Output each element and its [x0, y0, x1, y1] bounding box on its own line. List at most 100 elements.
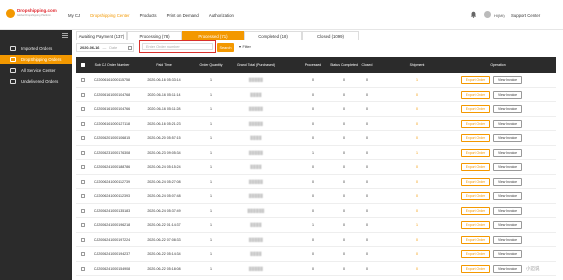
view-invoice-button[interactable]: View Invoice [493, 148, 522, 157]
header-order-number[interactable]: Sub CJ Order Number [86, 57, 138, 73]
row-checkbox[interactable] [80, 194, 85, 198]
nav-item-products[interactable]: Products [140, 13, 157, 18]
table-row[interactable]: CJ2006241000112393 2020-06-24 05:07:48 1 ██… [76, 189, 556, 204]
table-row[interactable]: CJ2006241000194237 2020-06-22 05:14:34 1 ██… [76, 247, 556, 262]
row-checkbox[interactable] [80, 237, 85, 242]
header-paid-time[interactable]: Paid Time [140, 57, 188, 73]
order-number[interactable]: CJ2006241000194237 [86, 247, 138, 261]
avatar[interactable] [484, 11, 491, 18]
table-row[interactable]: CJ2006241000154908 2020-06-22 05:18:08 1 ██… [76, 262, 556, 276]
order-number[interactable]: CJ2006241000154908 [86, 262, 138, 276]
view-invoice-button[interactable]: View Invoice [493, 192, 522, 200]
order-number[interactable]: CJ2006241000112393 [86, 189, 138, 203]
table-row[interactable]: CJ2006161000104768 2020-06-16 05:11:14 1 ██… [76, 88, 556, 102]
export-order-button[interactable]: Export Order [461, 134, 490, 142]
view-invoice-button[interactable]: View Invoice [493, 177, 522, 186]
sidebar-item-undelivered-orders[interactable]: Undelivered Orders [0, 77, 72, 86]
shipment-count[interactable]: 0 [399, 262, 435, 276]
view-invoice-button[interactable]: View Invoice [493, 134, 522, 142]
row-checkbox[interactable] [80, 266, 85, 271]
view-invoice-button[interactable]: View Invoice [493, 119, 522, 128]
export-order-button[interactable]: Export Order [461, 76, 490, 84]
view-invoice-button[interactable]: View Invoice [493, 90, 522, 99]
table-row[interactable]: CJ2006241000197224 2020-06-22 07:08:33 1 ██… [76, 233, 556, 247]
nav-item-print-on-demand[interactable]: Print on Demand [167, 13, 199, 18]
row-checkbox[interactable] [80, 92, 85, 97]
export-order-button[interactable]: Export Order [461, 105, 490, 113]
shipment-count[interactable]: 0 [399, 160, 435, 174]
export-order-button[interactable]: Export Order [461, 206, 490, 215]
table-row[interactable]: CJ2006241000196218 2020-06-22 01:14:37 1 ██… [76, 218, 556, 233]
order-number[interactable]: CJ2006241000112739 [86, 175, 138, 189]
order-number[interactable]: CJ2006161000127118 [86, 117, 138, 131]
row-checkbox[interactable] [80, 252, 85, 256]
sidebar-item-dropshipping-orders[interactable]: DropShipping Orders [0, 55, 72, 64]
sidebar-item-imported-orders[interactable]: Imported Orders [0, 44, 72, 53]
export-order-button[interactable]: Export Order [461, 119, 490, 128]
view-invoice-button[interactable]: View Invoice [493, 221, 522, 229]
shipment-count[interactable]: 0 [399, 102, 435, 116]
export-order-button[interactable]: Export Order [461, 264, 490, 273]
shipment-count[interactable]: 0 [399, 204, 435, 218]
select-all-checkbox[interactable] [80, 63, 85, 67]
export-order-button[interactable]: Export Order [461, 221, 490, 229]
table-row[interactable]: CJ2006161000104766 2020-06-16 05:11:28 1 ██… [76, 102, 556, 117]
shipment-count[interactable]: 0 [399, 175, 435, 189]
shipment-count[interactable]: 0 [399, 131, 435, 145]
table-row[interactable]: CJ2006241000188786 2020-06-24 05:15:24 1 ██… [76, 160, 556, 175]
shipment-count[interactable]: 0 [399, 117, 435, 131]
nav-item-my-cj[interactable]: My CJ [68, 13, 80, 18]
table-row[interactable]: CJ2006201000106815 2020-06-20 05:57:15 1 ██… [76, 131, 556, 146]
nav-item-authorization[interactable]: Authorization [209, 13, 234, 18]
shipment-count[interactable]: 0 [399, 247, 435, 261]
shipment-count[interactable]: 1 [399, 218, 435, 232]
support-center-link[interactable]: Support Center [511, 13, 540, 18]
shipment-count[interactable]: 0 [399, 88, 435, 102]
view-invoice-button[interactable]: View Invoice [493, 264, 522, 273]
order-number[interactable]: CJ2006161000115758 [86, 73, 138, 87]
row-checkbox[interactable] [80, 208, 85, 213]
tab-completed[interactable]: Completed (18) [244, 31, 302, 40]
row-checkbox[interactable] [80, 150, 85, 155]
row-checkbox[interactable] [80, 121, 85, 126]
tab-awaiting-payment[interactable]: Awaiting Payment (137) [76, 31, 127, 40]
shipment-count[interactable]: 0 [399, 233, 435, 247]
menu-collapse-icon[interactable] [62, 33, 68, 38]
view-invoice-button[interactable]: View Invoice [493, 105, 522, 113]
user-name[interactable]: Hi(Mi) [494, 13, 505, 18]
shipment-count[interactable]: 0 [399, 189, 435, 203]
order-number[interactable]: CJ2006161000104766 [86, 102, 138, 116]
row-checkbox[interactable] [80, 179, 85, 184]
table-row[interactable]: CJ2006241000135183 2020-06-24 05:37:49 1 ██… [76, 204, 556, 218]
view-invoice-button[interactable]: View Invoice [493, 235, 522, 244]
view-invoice-button[interactable]: View Invoice [493, 206, 522, 215]
export-order-button[interactable]: Export Order [461, 235, 490, 244]
view-invoice-button[interactable]: View Invoice [493, 76, 522, 84]
order-number[interactable]: CJ2006241000196218 [86, 218, 138, 232]
row-checkbox[interactable] [80, 107, 85, 111]
export-order-button[interactable]: Export Order [461, 177, 490, 186]
export-order-button[interactable]: Export Order [461, 90, 490, 99]
date-range-picker[interactable]: 2020-06-16 — Date [76, 43, 134, 52]
table-row[interactable]: CJ2006161000127118 2020-06-16 05:21:23 1 ██… [76, 117, 556, 131]
sidebar-item-service-center[interactable]: All Service Center [0, 66, 72, 75]
filter-toggle[interactable]: Filter [239, 45, 251, 49]
order-number[interactable]: CJ2006161000104768 [86, 88, 138, 102]
table-row[interactable]: CJ2006161000115758 2020-06-16 05:33:14 1 ██… [76, 73, 556, 88]
row-checkbox[interactable] [80, 136, 85, 140]
tab-closed[interactable]: Closed (1099) [302, 31, 359, 40]
order-number-search-input[interactable] [142, 43, 213, 50]
row-checkbox[interactable] [80, 223, 85, 227]
bell-icon[interactable] [470, 11, 477, 18]
brand-logo[interactable]: Dropshipping.com Global Dropshipping Pla… [6, 8, 58, 22]
shipment-count[interactable]: 1 [399, 73, 435, 87]
view-invoice-button[interactable]: View Invoice [493, 250, 522, 258]
row-checkbox[interactable] [80, 78, 85, 82]
export-order-button[interactable]: Export Order [461, 250, 490, 258]
export-order-button[interactable]: Export Order [461, 148, 490, 157]
tab-processed[interactable]: Processed (71) [182, 31, 244, 40]
export-order-button[interactable]: Export Order [461, 163, 490, 171]
table-row[interactable]: CJ2006241000112739 2020-06-24 05:27:08 1 ██… [76, 175, 556, 189]
tab-processing[interactable]: Processing (78) [127, 31, 182, 40]
order-number[interactable]: CJ2006241000188786 [86, 160, 138, 174]
